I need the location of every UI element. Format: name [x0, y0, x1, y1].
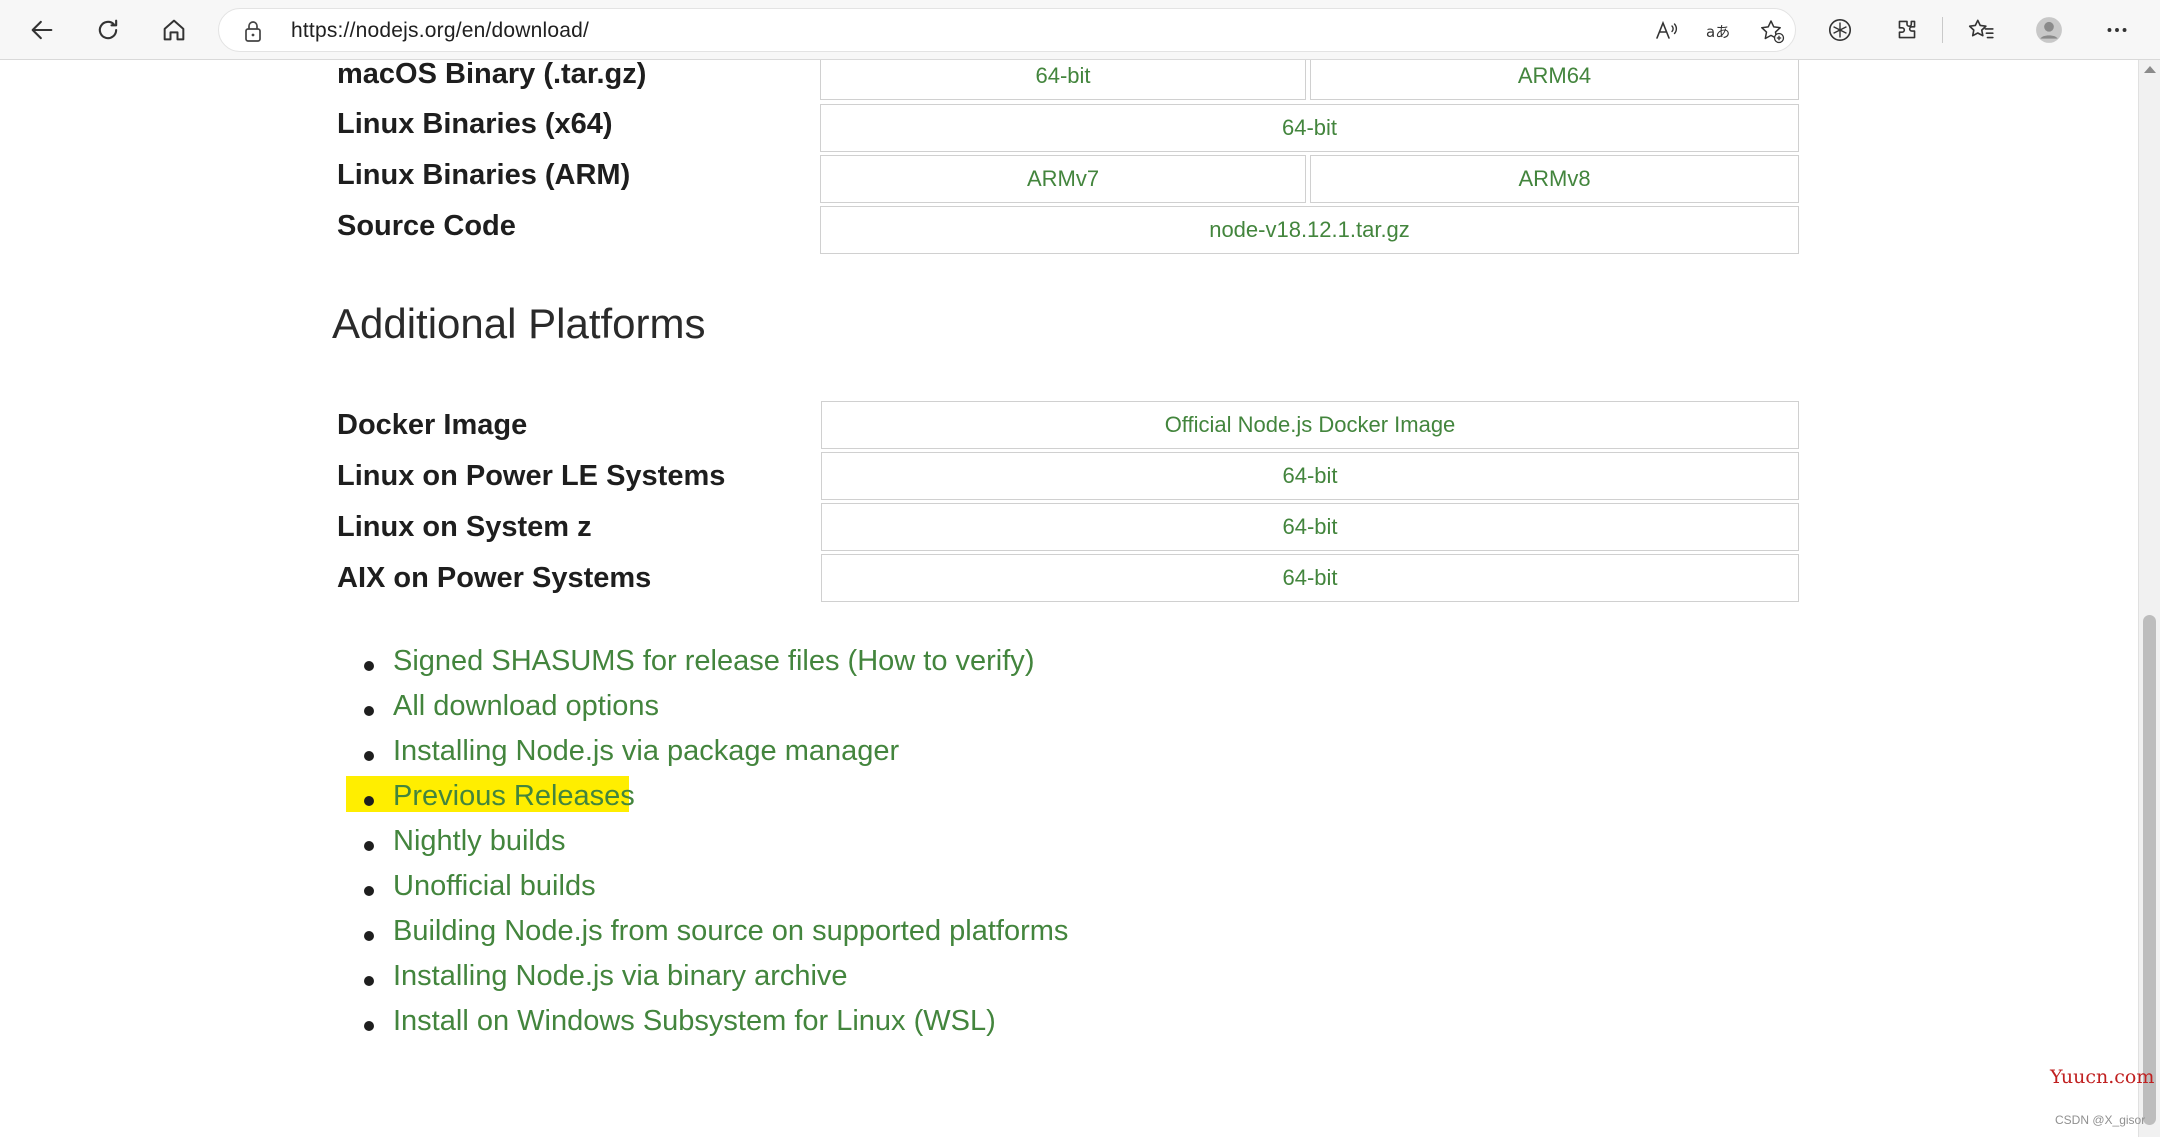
- download-aix-power[interactable]: 64-bit: [821, 554, 1799, 602]
- binary-archive-link[interactable]: Installing Node.js via binary archive: [393, 960, 848, 993]
- download-linux-armv8[interactable]: ARMv8: [1310, 155, 1799, 203]
- list-item: Install on Windows Subsystem for Linux (…: [340, 1005, 1540, 1045]
- shasums-link[interactable]: Signed SHASUMS for release files: [393, 645, 839, 677]
- url-text[interactable]: https://nodejs.org/en/download/: [291, 19, 589, 43]
- home-icon: [163, 19, 185, 41]
- toolbar-separator: [1942, 17, 1943, 43]
- list-item: Installing Node.js via binary archive: [340, 960, 1540, 1000]
- download-linux-power-le[interactable]: 64-bit: [821, 452, 1799, 500]
- scroll-up-arrow-icon[interactable]: [2144, 66, 2156, 73]
- address-bar[interactable]: https://nodejs.org/en/download/ aあ: [218, 8, 1796, 52]
- wsl-install-link[interactable]: Install on Windows Subsystem for Linux (…: [393, 1005, 996, 1038]
- refresh-icon: [98, 19, 118, 40]
- download-docker-image[interactable]: Official Node.js Docker Image: [821, 401, 1799, 449]
- svg-text:aあ: aあ: [1706, 23, 1730, 41]
- favorites-icon: [1968, 19, 1994, 39]
- row-label-docker-image: Docker Image: [337, 409, 528, 441]
- bullet: [364, 751, 374, 761]
- download-macos-arm64[interactable]: ARM64: [1310, 60, 1799, 100]
- more-icon: [2107, 28, 2127, 32]
- copilot-button[interactable]: [1818, 8, 1862, 52]
- all-download-options-link[interactable]: All download options: [393, 690, 659, 723]
- package-manager-link[interactable]: Installing Node.js via package manager: [393, 735, 899, 768]
- favorite-add-icon: [1761, 20, 1785, 44]
- browser-toolbar: https://nodejs.org/en/download/ aあ: [0, 0, 2160, 60]
- download-source-code[interactable]: node-v18.12.1.tar.gz: [820, 206, 1799, 254]
- bullet: [364, 841, 374, 851]
- row-label-linux-arm: Linux Binaries (ARM): [337, 159, 631, 191]
- profile-icon: [2036, 17, 2062, 43]
- page-scrollbar[interactable]: [2138, 60, 2160, 1137]
- how-to-verify-link[interactable]: How to verify: [857, 645, 1025, 677]
- list-item: Nightly builds: [340, 825, 1540, 865]
- shasums-link-group: Signed SHASUMS for release files (How to…: [393, 645, 1034, 678]
- page-content: macOS Binary (.tar.gz) 64-bit ARM64 Linu…: [0, 60, 2138, 1137]
- download-macos-64bit[interactable]: 64-bit: [820, 60, 1306, 100]
- translate-button[interactable]: aあ: [1703, 16, 1733, 46]
- bullet: [364, 886, 374, 896]
- list-item: Unofficial builds: [340, 870, 1540, 910]
- unofficial-builds-link[interactable]: Unofficial builds: [393, 870, 596, 903]
- list-item: Building Node.js from source on supporte…: [340, 915, 1540, 955]
- list-item: Installing Node.js via package manager: [340, 735, 1540, 775]
- row-label-linux-power-le: Linux on Power LE Systems: [337, 460, 726, 492]
- section-title-additional-platforms: Additional Platforms: [332, 300, 706, 347]
- row-label-linux-x64: Linux Binaries (x64): [337, 108, 613, 140]
- download-linux-x64[interactable]: 64-bit: [820, 104, 1799, 152]
- bullet: [364, 931, 374, 941]
- paren-close: ): [1024, 645, 1035, 677]
- bullet: [364, 706, 374, 716]
- watermark-credit: CSDN @X_gisor: [2055, 1113, 2146, 1127]
- bullet: [364, 796, 374, 806]
- add-favorite-button[interactable]: [1757, 16, 1787, 46]
- row-label-macos-binary: macOS Binary (.tar.gz): [337, 60, 647, 90]
- extensions-icon: [1898, 20, 1916, 39]
- row-label-aix-power: AIX on Power Systems: [337, 562, 652, 594]
- refresh-button[interactable]: [86, 8, 130, 52]
- back-icon: [31, 20, 53, 40]
- row-label-source-code: Source Code: [337, 210, 516, 242]
- row-label-linux-system-z: Linux on System z: [337, 511, 592, 543]
- profile-button[interactable]: [2027, 8, 2071, 52]
- build-from-source-link[interactable]: Building Node.js from source on supporte…: [393, 915, 1068, 948]
- copilot-icon: [1828, 18, 1852, 42]
- bullet: [364, 661, 374, 671]
- more-button[interactable]: [2095, 8, 2139, 52]
- scrollbar-thumb[interactable]: [2143, 615, 2156, 1125]
- translate-icon: aあ: [1706, 23, 1730, 41]
- read-aloud-button[interactable]: [1651, 16, 1681, 46]
- back-button[interactable]: [20, 8, 64, 52]
- bullet: [364, 976, 374, 986]
- paren-open: (: [839, 645, 858, 677]
- lock-icon[interactable]: [241, 18, 265, 44]
- extensions-button[interactable]: [1885, 8, 1929, 52]
- download-linux-armv7[interactable]: ARMv7: [820, 155, 1306, 203]
- list-item: Signed SHASUMS for release files (How to…: [340, 645, 1540, 685]
- watermark-site: Yuucn.com: [2050, 1066, 2155, 1088]
- favorites-button[interactable]: [1959, 8, 2003, 52]
- home-button[interactable]: [152, 8, 196, 52]
- list-item-highlighted: Previous Releases: [340, 776, 1540, 820]
- read-aloud-icon: [1656, 20, 1678, 39]
- bullet: [364, 1021, 374, 1031]
- previous-releases-link[interactable]: Previous Releases: [393, 780, 635, 813]
- list-item: All download options: [340, 690, 1540, 730]
- download-linux-system-z[interactable]: 64-bit: [821, 503, 1799, 551]
- nightly-builds-link[interactable]: Nightly builds: [393, 825, 565, 858]
